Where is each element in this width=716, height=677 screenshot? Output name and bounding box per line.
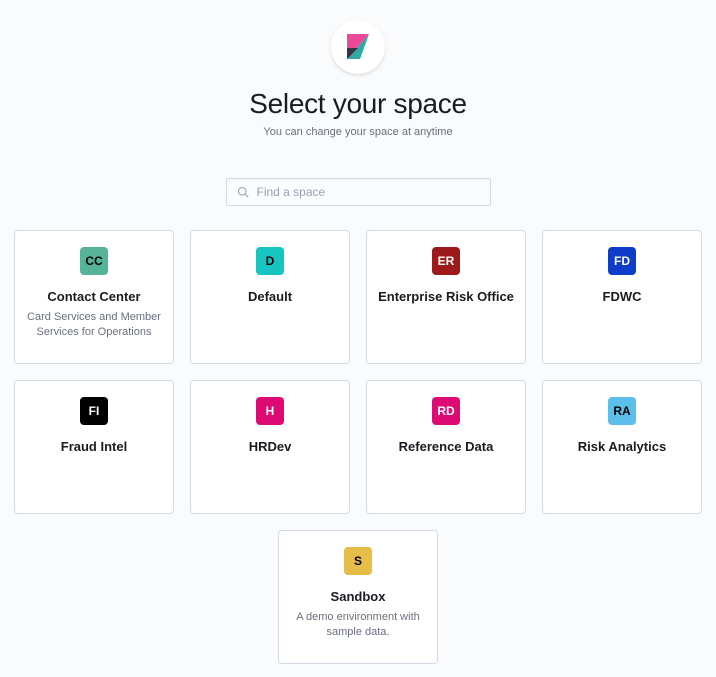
space-card[interactable]: FI Fraud Intel — [14, 380, 174, 514]
spaces-grid-overflow: S Sandbox A demo environment with sample d… — [0, 530, 716, 664]
space-description: Card Services and Member Services for Op… — [25, 310, 163, 341]
space-name: Fraud Intel — [25, 439, 163, 454]
space-card[interactable]: D Default — [190, 230, 350, 364]
space-avatar: D — [256, 247, 284, 275]
space-name: FDWC — [553, 289, 691, 304]
space-avatar: FD — [608, 247, 636, 275]
space-name: Default — [201, 289, 339, 304]
space-card[interactable]: FD FDWC — [542, 230, 702, 364]
space-card[interactable]: CC Contact Center Card Services and Member… — [14, 230, 174, 364]
space-avatar: ER — [432, 247, 460, 275]
space-avatar: RD — [432, 397, 460, 425]
space-name: Reference Data — [377, 439, 515, 454]
space-name: Enterprise Risk Office — [377, 289, 515, 304]
search-icon — [237, 186, 249, 198]
space-avatar: S — [344, 547, 372, 575]
space-name: HRDev — [201, 439, 339, 454]
space-description: A demo environment with sample data. — [289, 610, 427, 641]
space-avatar: CC — [80, 247, 108, 275]
page-title: Select your space — [0, 88, 716, 120]
spaces-grid: CC Contact Center Card Services and Member… — [0, 230, 716, 514]
space-name: Contact Center — [25, 289, 163, 304]
space-avatar: RA — [608, 397, 636, 425]
space-card[interactable]: RA Risk Analytics — [542, 380, 702, 514]
kibana-logo — [331, 20, 385, 74]
space-avatar: H — [256, 397, 284, 425]
search-input[interactable] — [257, 185, 480, 199]
space-card[interactable]: S Sandbox A demo environment with sample d… — [278, 530, 438, 664]
space-card[interactable]: RD Reference Data — [366, 380, 526, 514]
page-subtitle: You can change your space at anytime — [0, 126, 716, 138]
space-name: Risk Analytics — [553, 439, 691, 454]
space-avatar: FI — [80, 397, 108, 425]
space-card[interactable]: H HRDev — [190, 380, 350, 514]
space-name: Sandbox — [289, 589, 427, 604]
logo-container — [0, 20, 716, 74]
kibana-logo-icon — [347, 34, 369, 60]
search-container — [0, 178, 716, 206]
search-box[interactable] — [226, 178, 491, 206]
space-card[interactable]: ER Enterprise Risk Office — [366, 230, 526, 364]
